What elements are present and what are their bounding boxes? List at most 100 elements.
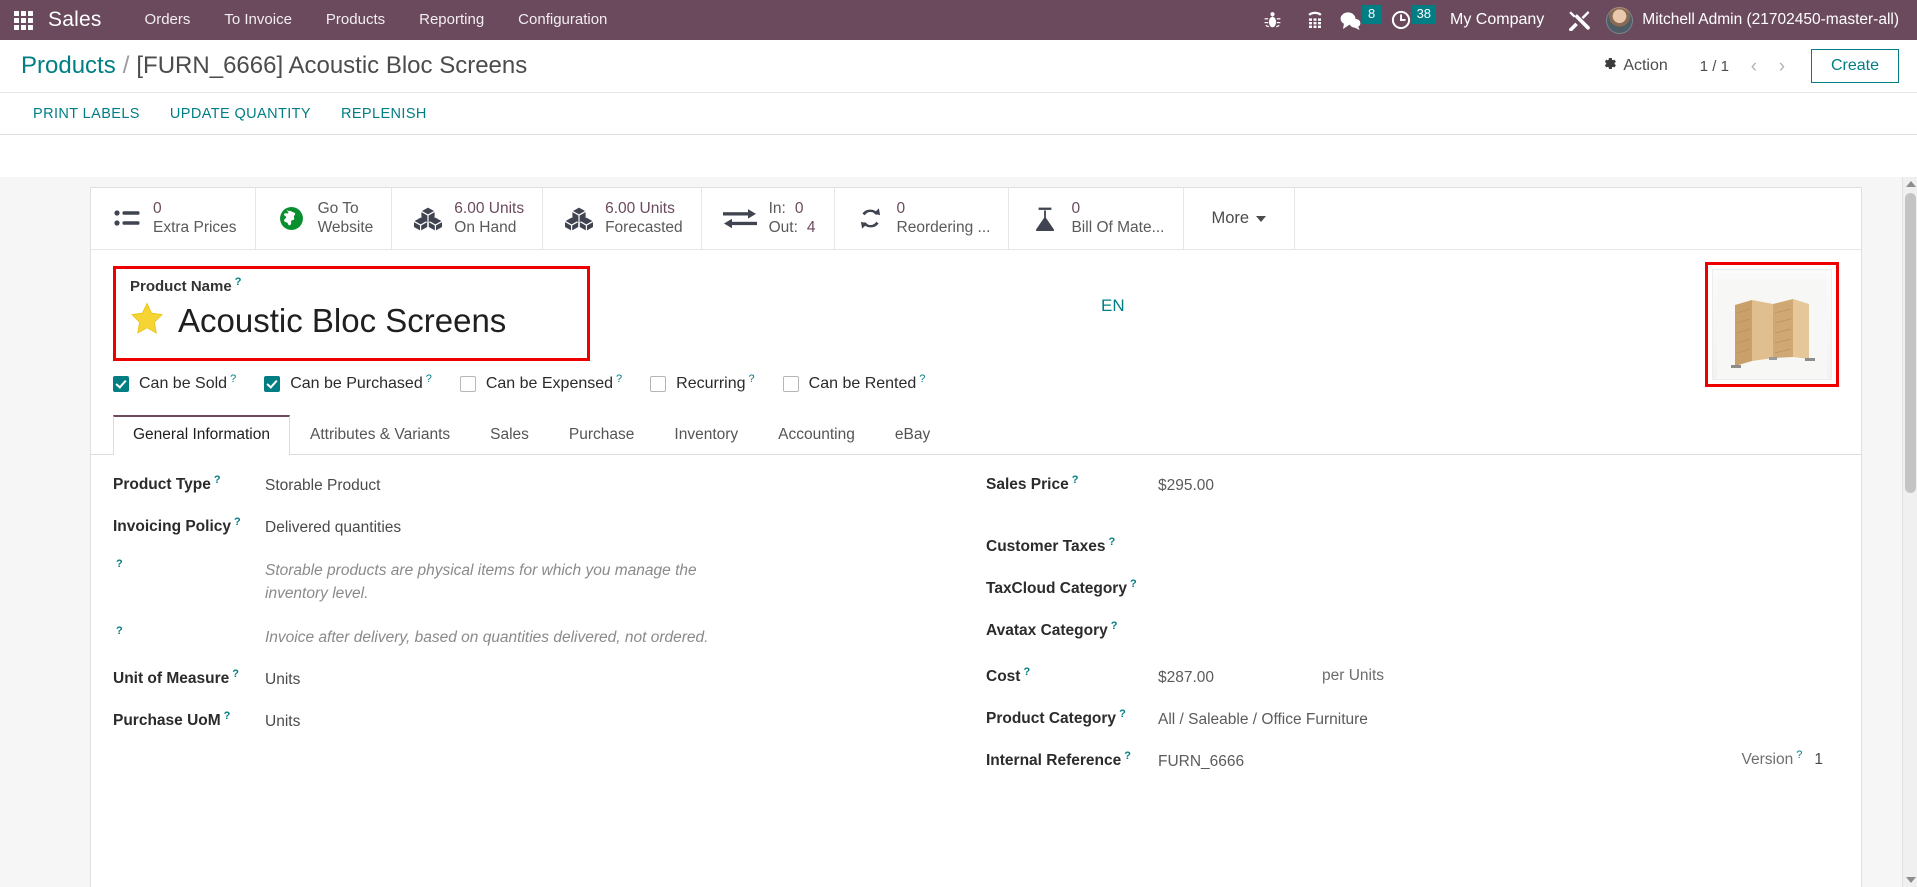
invoicing-policy-help-text: Invoice after delivery, based on quantit… [265,628,709,646]
app-brand-sales[interactable]: Sales [46,8,128,32]
control-panel-right: Action 1 / 1 ‹ › Create [1588,49,1899,83]
help-tooltip-icon[interactable]: ? [426,373,432,385]
stat-button-bill-of-materials[interactable]: 0 Bill Of Mate... [1009,188,1184,249]
help-tooltip-icon[interactable]: ? [235,276,242,288]
nav-item-reporting[interactable]: Reporting [402,0,501,40]
help-tooltip-icon[interactable]: ? [749,373,755,385]
help-tooltip-icon[interactable]: ? [1111,619,1118,634]
purchase-uom-value[interactable]: Units [265,711,300,733]
checkbox-can-be-purchased[interactable]: Can be Purchased? [264,373,432,393]
checkbox-box[interactable] [459,376,476,392]
tab-accounting[interactable]: Accounting [758,415,875,455]
nav-item-to-invoice[interactable]: To Invoice [207,0,309,40]
company-switcher[interactable]: My Company [1440,11,1558,29]
help-tooltip-icon[interactable]: ? [116,557,123,572]
breadcrumb-separator: / [122,52,130,79]
help-tooltip-icon[interactable]: ? [1119,707,1126,722]
replenish-button[interactable]: REPLENISH [326,100,442,128]
create-button[interactable]: Create [1810,49,1899,83]
stat-button-reordering-rules[interactable]: 0 Reordering ... [835,188,1010,249]
cost-label: Cost? [986,665,1158,688]
checkbox-box[interactable] [264,376,281,392]
language-badge-en[interactable]: EN [1101,296,1125,316]
help-tooltip-icon[interactable]: ? [1796,749,1802,761]
help-tooltip-icon[interactable]: ? [919,373,925,385]
scroll-up-arrow-icon[interactable] [1906,181,1916,187]
checkbox-can-be-sold[interactable]: Can be Sold? [113,373,236,393]
version-label-text: Version [1741,751,1794,768]
action-menu-button[interactable]: Action [1588,52,1681,80]
nav-item-configuration[interactable]: Configuration [501,0,624,40]
chevron-right-icon[interactable]: › [1769,52,1795,80]
tab-general-information[interactable]: General Information [113,415,290,455]
bug-icon[interactable] [1252,0,1294,40]
stat-button-on-hand[interactable]: 6.00 Units On Hand [392,188,544,249]
checkbox-box[interactable] [113,376,129,392]
help-tooltip-icon[interactable]: ? [1108,535,1115,550]
product-type-value[interactable]: Storable Product [265,475,380,497]
stat-value: 0 [896,199,906,217]
nav-item-products[interactable]: Products [309,0,402,40]
stat-button-in-out[interactable]: In: 0 Out: 4 [702,188,835,249]
apps-grid-icon[interactable] [0,0,46,40]
nav-item-orders[interactable]: Orders [128,0,208,40]
activities-counter[interactable]: 38 [1411,4,1437,24]
help-tooltip-icon[interactable]: ? [1072,473,1079,488]
checkbox-recurring[interactable]: Recurring? [650,373,755,393]
product-name-field-highlight: Product Name? Acoustic Bloc Screens [113,266,590,361]
user-menu[interactable]: Mitchell Admin (21702450-master-all) [1600,6,1917,34]
help-tooltip-icon[interactable]: ? [1124,749,1131,764]
help-tooltip-icon[interactable]: ? [230,373,236,385]
messages-counter[interactable]: 8 [1361,4,1382,24]
invoicing-policy-value[interactable]: Delivered quantities [265,517,401,539]
wrench-screwdriver-icon[interactable] [1558,0,1600,40]
star-icon[interactable] [130,302,164,340]
tab-sales[interactable]: Sales [470,415,549,455]
help-tooltip-icon[interactable]: ? [214,473,221,488]
checkbox-can-be-expensed[interactable]: Can be Expensed? [459,373,622,393]
help-tooltip-icon[interactable]: ? [1130,577,1137,592]
tab-inventory[interactable]: Inventory [654,415,758,455]
product-category-value[interactable]: All / Saleable / Office Furniture [1158,709,1368,731]
form-right-column: Sales Price? $295.00 Customer Taxes? Tax… [976,473,1861,793]
scrollbar-thumb[interactable] [1905,193,1916,493]
sales-price-value[interactable]: $295.00 [1158,475,1214,497]
action-label: Action [1623,57,1668,74]
unit-of-measure-value[interactable]: Units [265,669,300,691]
print-labels-button[interactable]: PRINT LABELS [18,100,155,128]
flask-icon [1029,207,1060,231]
field-invoicing-policy-help: ? Invoice after delivery, based on quant… [113,624,950,649]
vertical-scrollbar[interactable] [1902,177,1917,887]
product-thumbnail[interactable] [1712,269,1832,380]
dialpad-icon[interactable] [1294,0,1336,40]
update-quantity-button[interactable]: UPDATE QUANTITY [155,100,326,128]
help-tooltip-icon[interactable]: ? [616,373,622,385]
tab-attributes-variants[interactable]: Attributes & Variants [290,415,470,455]
checkbox-box[interactable] [650,376,667,392]
stat-in-value: 0 [794,199,804,217]
chevron-left-icon[interactable]: ‹ [1741,52,1767,80]
help-tooltip-icon[interactable]: ? [116,624,123,639]
help-tooltip-icon[interactable]: ? [232,667,239,682]
help-tooltip-icon[interactable]: ? [234,515,241,530]
product-name-value[interactable]: Acoustic Bloc Screens [178,302,506,340]
stat-button-forecasted[interactable]: 6.00 Units Forecasted [543,188,702,249]
breadcrumb-products-link[interactable]: Products [21,52,116,80]
stat-button-go-to-website[interactable]: Go To Website [256,188,393,249]
version-value[interactable]: 1 [1814,751,1823,769]
help-tooltip-icon[interactable]: ? [1023,665,1030,680]
cost-value[interactable]: $287.00 [1158,667,1214,689]
stat-label: On Hand [454,218,517,236]
checkbox-can-be-rented[interactable]: Can be Rented? [782,373,925,393]
checkbox-label-text: Can be Purchased [290,375,423,392]
scroll-down-arrow-icon[interactable] [1906,877,1916,883]
internal-reference-value[interactable]: FURN_6666 [1158,751,1244,773]
stat-button-extra-prices[interactable]: 0 Extra Prices [91,188,256,249]
stat-out-row: Out: 4 [769,219,816,238]
help-tooltip-icon[interactable]: ? [224,709,231,724]
tab-purchase[interactable]: Purchase [549,415,654,455]
field-product-type: Product Type? Storable Product [113,473,950,497]
more-stat-buttons-dropdown[interactable]: More [1184,188,1296,249]
tab-ebay[interactable]: eBay [875,415,950,455]
checkbox-box[interactable] [782,376,799,392]
